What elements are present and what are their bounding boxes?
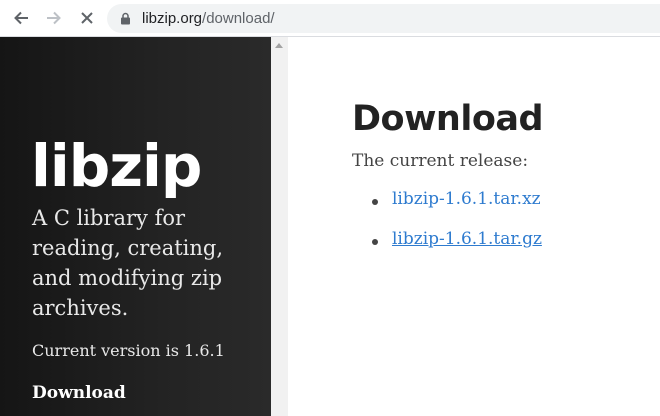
url-path: /download/ xyxy=(202,10,275,27)
lock-icon xyxy=(120,12,131,25)
sidebar-nav-download[interactable]: Download xyxy=(32,383,126,403)
page-title: Download xyxy=(352,99,544,139)
bullet-icon xyxy=(372,199,378,205)
back-arrow-icon[interactable] xyxy=(12,9,30,27)
release-label: The current release: xyxy=(352,151,529,171)
forward-arrow-icon[interactable] xyxy=(45,9,63,27)
scrollbar[interactable] xyxy=(271,37,288,416)
current-version: Current version is 1.6.1 xyxy=(32,341,225,360)
scroll-up-arrow-icon[interactable] xyxy=(275,43,283,48)
bullet-icon xyxy=(372,239,378,245)
sidebar: libzip A C library for reading, creating… xyxy=(0,37,271,416)
main-content: Download The current release: libzip-1.6… xyxy=(288,37,660,416)
browser-toolbar: libzip.org/download/ xyxy=(0,0,660,37)
download-link-tar-gz[interactable]: libzip-1.6.1.tar.gz xyxy=(392,229,542,249)
url-text[interactable]: libzip.org/download/ xyxy=(142,10,275,27)
download-link-tar-xz[interactable]: libzip-1.6.1.tar.xz xyxy=(392,189,541,209)
site-title[interactable]: libzip xyxy=(31,131,202,201)
stop-loading-icon[interactable] xyxy=(78,9,96,27)
url-host: libzip.org xyxy=(142,10,203,27)
site-tagline: A C library for reading, creating, and m… xyxy=(32,206,224,320)
address-bar[interactable]: libzip.org/download/ xyxy=(107,4,660,33)
